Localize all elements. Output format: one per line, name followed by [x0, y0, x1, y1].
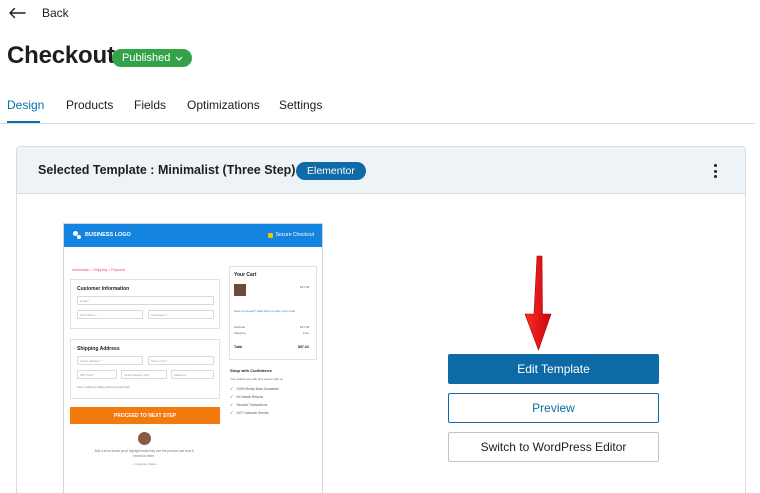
page-title: Checkout: [7, 42, 115, 69]
preview-cart-title: Your Cart: [234, 272, 257, 278]
chevron-down-icon: [175, 56, 183, 61]
active-tab-indicator: [7, 121, 40, 123]
preview-secure-label: Secure Checkout: [275, 232, 314, 238]
tab-bar: Design Products Fields Optimizations Set…: [0, 92, 755, 124]
tab-optimizations[interactable]: Optimizations: [187, 98, 260, 112]
preview-proceed-button: PROCEED TO NEXT STEP: [70, 407, 220, 424]
status-label: Published: [122, 52, 171, 64]
more-options-icon[interactable]: [709, 162, 721, 180]
back-label[interactable]: Back: [42, 6, 69, 20]
preview-street-field: Street address *: [77, 356, 143, 365]
preview-shipping-label: Shipping: [234, 331, 246, 335]
preview-quote: Add a short social proof highlight what …: [94, 449, 194, 458]
arrow-left-icon: [8, 7, 26, 19]
preview-cart-item-price: $37.50: [300, 285, 310, 289]
preview-total-value: $57.34: [298, 345, 309, 349]
switch-editor-button[interactable]: Switch to WordPress Editor: [448, 432, 659, 462]
preview-avatar: [138, 432, 151, 445]
preview-cart: Your Cart $37.50 Have a coupon? Click he…: [229, 266, 317, 360]
builder-badge: Elementor: [296, 162, 366, 180]
preview-city-field: Town / City *: [148, 356, 214, 365]
preview-country-field: United States (US): [121, 370, 167, 379]
preview-button[interactable]: Preview: [448, 393, 659, 423]
preview-shipping-value: Free: [303, 331, 310, 335]
preview-benefit: ✓ 100% Money Back Guarantee: [230, 386, 279, 391]
preview-secure: Secure Checkout: [267, 232, 314, 238]
template-panel: Selected Template : Minimalist (Three St…: [16, 146, 746, 493]
tab-settings[interactable]: Settings: [279, 98, 322, 112]
edit-template-button[interactable]: Edit Template: [448, 354, 659, 384]
template-preview: BUSINESS LOGO Secure Checkout Informatio…: [63, 223, 323, 493]
preview-email-field: Email *: [77, 296, 214, 305]
preview-subtotal-label: Subtotal: [234, 325, 246, 329]
panel-header: Selected Template : Minimalist (Three St…: [17, 147, 745, 194]
annotation-arrow-icon: [524, 255, 552, 351]
preview-first-name-field: First Name *: [77, 310, 143, 319]
tab-products[interactable]: Products: [66, 98, 113, 112]
preview-subtotal-value: $37.50: [300, 325, 310, 329]
preview-state-field: Alabama: [171, 370, 214, 379]
preview-last-name-field: Last Name *: [148, 310, 214, 319]
status-dropdown[interactable]: Published: [112, 49, 193, 67]
preview-benefit: ✓ No Hassle Returns: [230, 394, 264, 399]
preview-logo: BUSINESS LOGO: [85, 232, 131, 238]
preview-zip-field: ZIP Code *: [77, 370, 117, 379]
preview-breadcrumb: Information > Shipping > Payment: [72, 268, 125, 272]
tab-fields[interactable]: Fields: [134, 98, 166, 112]
preview-confidence-sub: Your orders are safe and secure with us: [230, 377, 283, 381]
preview-customer-title: Customer Information: [77, 286, 130, 292]
preview-coupon-link: Have a coupon? Click here to enter your …: [234, 309, 296, 313]
preview-customer-box: Customer Information Email * First Name …: [70, 279, 220, 329]
preview-total-label: Total: [234, 345, 243, 349]
preview-ship-diff: Use a different billing address (optiona…: [77, 385, 130, 389]
preview-shipping-title: Shipping Address: [77, 346, 120, 352]
tab-design[interactable]: Design: [7, 98, 44, 112]
preview-benefit: ✓ 24/7 Customer Service: [230, 410, 269, 415]
lock-icon: [267, 232, 273, 238]
back-button[interactable]: [8, 2, 26, 24]
preview-shipping-box: Shipping Address Street address * Town /…: [70, 339, 220, 399]
preview-confidence-title: Shop with Confidence: [230, 368, 272, 373]
preview-benefit: ✓ Secured Transactions: [230, 402, 268, 407]
preview-quote-author: — Customer Name: [131, 462, 157, 466]
preview-header: BUSINESS LOGO Secure Checkout: [64, 224, 322, 247]
selected-template-title: Selected Template : Minimalist (Three St…: [38, 163, 296, 177]
preview-cart-item-image: [234, 284, 246, 296]
